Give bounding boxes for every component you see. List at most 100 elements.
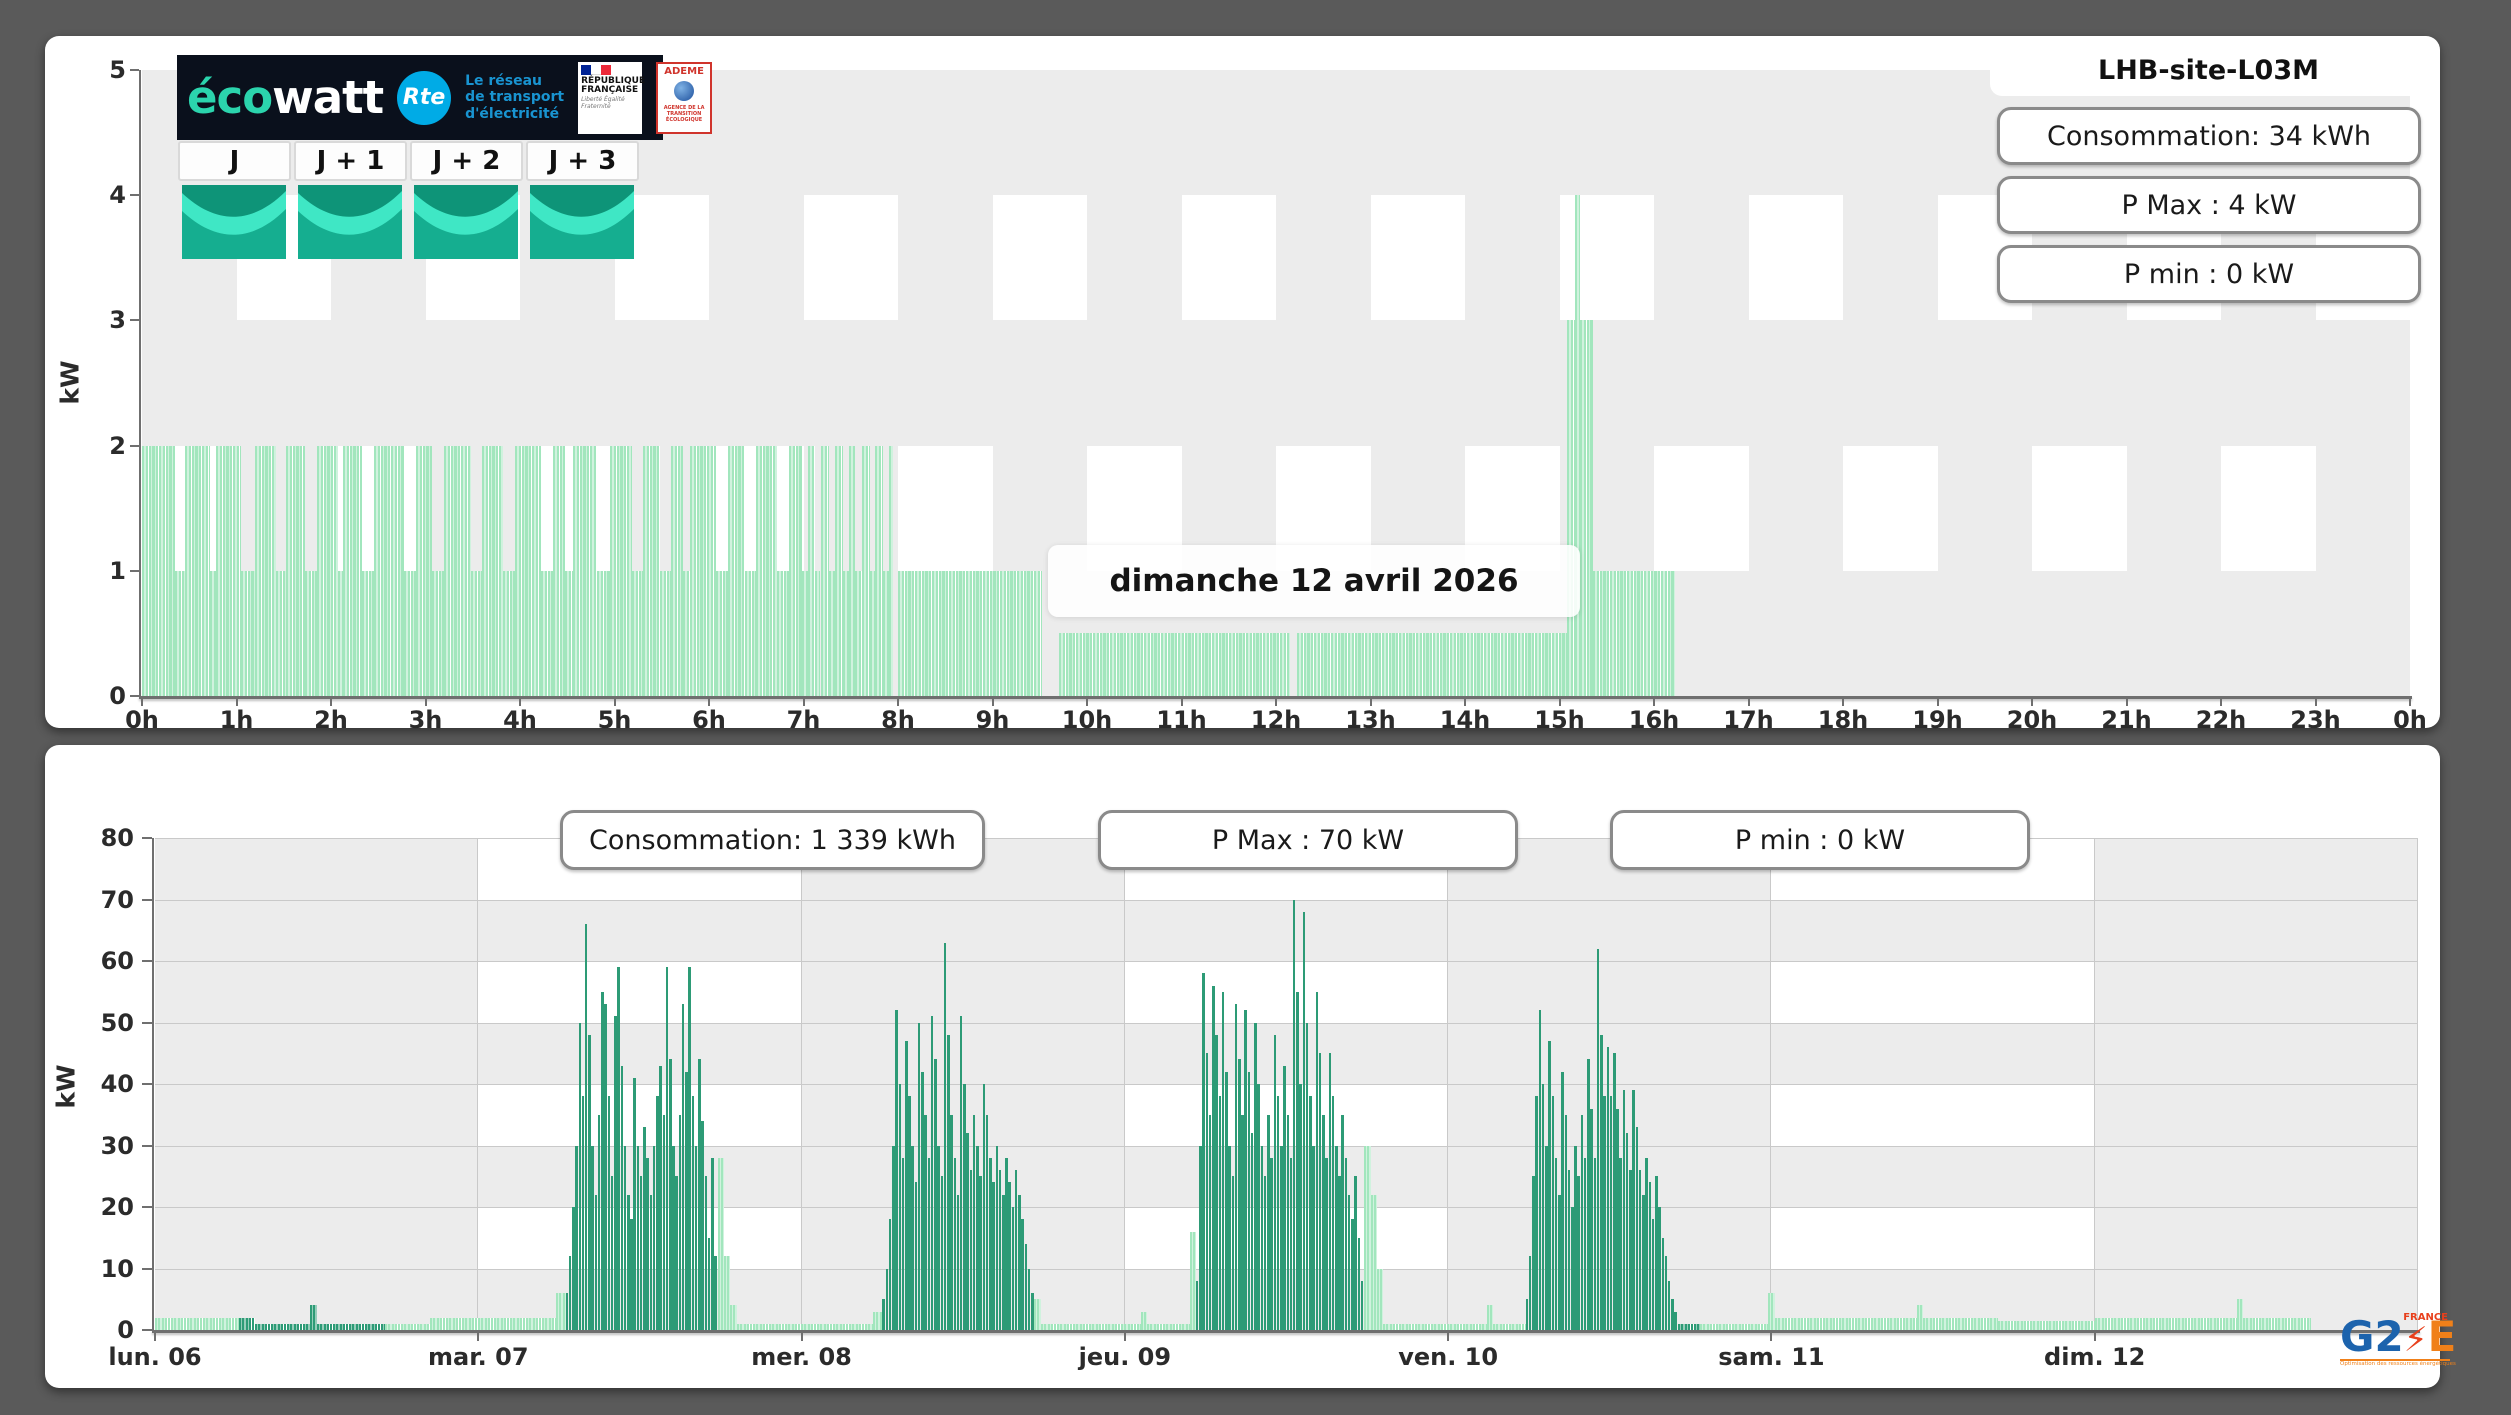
daily-pmax-chip: P Max : 4 kW	[1997, 176, 2421, 234]
y-tick-label: 30	[100, 1131, 134, 1160]
x-tick	[991, 699, 994, 706]
power-bar	[604, 1004, 607, 1330]
x-tick	[519, 699, 521, 706]
x-tick-label: mer. 08	[751, 1343, 852, 1371]
weekly-y-axis-line	[152, 838, 154, 1332]
plot-band-cell	[1181, 195, 1276, 321]
power-bar-segment	[175, 570, 185, 696]
daily-consumption-chip: Consommation: 34 kWh	[1997, 107, 2421, 165]
ecowatt-gauge-j[interactable]	[182, 185, 286, 259]
current-day-badge: dimanche 12 avril 2026	[1048, 545, 1580, 617]
power-bar	[1334, 1145, 1338, 1330]
plot-band-cell	[898, 195, 993, 321]
x-tick	[235, 699, 238, 706]
power-bar-segment	[898, 570, 1042, 696]
power-bar	[652, 1145, 656, 1330]
x-tick	[1653, 699, 1655, 706]
ecowatt-gauge-j2[interactable]	[414, 185, 518, 259]
x-tick	[330, 699, 332, 706]
power-bar	[969, 1170, 973, 1330]
power-bar-segment	[659, 570, 672, 696]
x-tick	[1447, 1333, 1450, 1341]
power-bar	[992, 1182, 995, 1330]
power-bar-segment	[736, 1323, 873, 1330]
power-bar	[927, 1157, 931, 1330]
power-bar-segment	[631, 570, 643, 696]
power-bar	[1593, 1157, 1597, 1330]
plot-band-cell	[1448, 961, 1772, 1023]
plot-band-cell	[155, 1084, 479, 1146]
y-tick	[142, 960, 152, 962]
plot-band-cell	[1771, 1207, 2095, 1269]
power-bar-segment	[1040, 1323, 1141, 1330]
day-button-j[interactable]: J	[178, 141, 291, 181]
x-tick-label: 15h	[1534, 706, 1585, 734]
power-bar-segment	[403, 570, 417, 696]
power-bar	[1606, 1047, 1610, 1330]
power-bar	[1238, 1059, 1241, 1330]
day-button-j2[interactable]: J + 2	[410, 141, 523, 181]
power-bar-segment	[142, 445, 176, 696]
power-bar-segment	[1700, 1323, 1769, 1330]
power-bar	[1024, 1243, 1028, 1330]
y-tick	[142, 898, 152, 901]
y-tick	[142, 837, 152, 839]
power-bar-segment	[875, 445, 883, 696]
power-bar	[979, 1176, 982, 1330]
power-bar	[1228, 1145, 1231, 1330]
power-bar	[1651, 1219, 1655, 1330]
power-bar	[1658, 1207, 1661, 1330]
plot-band-cell	[155, 1207, 479, 1269]
power-bar	[1250, 1133, 1254, 1330]
power-bar-segment	[184, 445, 211, 696]
power-bar	[1596, 948, 1600, 1330]
power-bar	[1018, 1194, 1021, 1330]
power-bar-segment	[872, 1311, 883, 1330]
power-bar	[989, 1157, 992, 1330]
ecowatt-gauge-j3[interactable]	[530, 185, 634, 259]
plot-band-cell	[1843, 445, 1938, 571]
power-bar	[672, 1145, 675, 1330]
power-bar	[985, 1114, 989, 1330]
g2e-logo: FRANCE G2⚡E Optimisation des ressources …	[2340, 1312, 2457, 1367]
power-bar-segment	[215, 445, 242, 696]
day-button-j3[interactable]: J + 3	[526, 141, 639, 181]
power-bar	[633, 1077, 636, 1330]
power-bar	[1331, 1096, 1335, 1330]
power-bar	[656, 1096, 659, 1330]
power-bar	[1590, 1108, 1593, 1330]
power-bar	[1005, 1157, 1008, 1330]
power-bar	[1671, 1299, 1674, 1330]
power-bar	[1325, 1157, 1328, 1330]
day-button-j1[interactable]: J + 1	[294, 141, 407, 181]
power-bar	[1577, 1176, 1580, 1330]
power-bar	[698, 1059, 701, 1330]
power-bar	[943, 942, 947, 1330]
power-bar	[623, 1145, 627, 1330]
power-bar	[885, 1268, 889, 1330]
x-tick	[800, 1333, 803, 1341]
power-bar	[714, 1256, 717, 1330]
power-bar-segment	[756, 445, 778, 696]
power-bar	[995, 1145, 999, 1330]
power-bar-segment	[1383, 1323, 1487, 1330]
power-bar-segment	[690, 445, 716, 696]
power-bar	[636, 1145, 640, 1330]
y-tick-label: 40	[100, 1070, 134, 1098]
plot-band-cell	[2126, 445, 2221, 571]
plot-band-cell	[1465, 195, 1560, 321]
v-gridline	[1770, 838, 1772, 1330]
power-bar	[691, 1096, 695, 1330]
plot-band-cell	[2221, 445, 2316, 571]
power-bar	[972, 1114, 976, 1330]
daily-pmin-chip: P min : 0 kW	[1997, 245, 2421, 303]
x-tick	[1842, 699, 1844, 706]
power-bar	[966, 1133, 969, 1330]
v-gridline	[800, 838, 802, 1330]
plot-band-cell	[155, 961, 479, 1023]
power-bar	[1351, 1219, 1354, 1330]
power-bar	[1208, 1114, 1212, 1330]
ecowatt-gauge-j1[interactable]	[298, 185, 402, 259]
x-tick-label: 1h	[219, 706, 254, 734]
power-bar	[597, 1114, 601, 1330]
